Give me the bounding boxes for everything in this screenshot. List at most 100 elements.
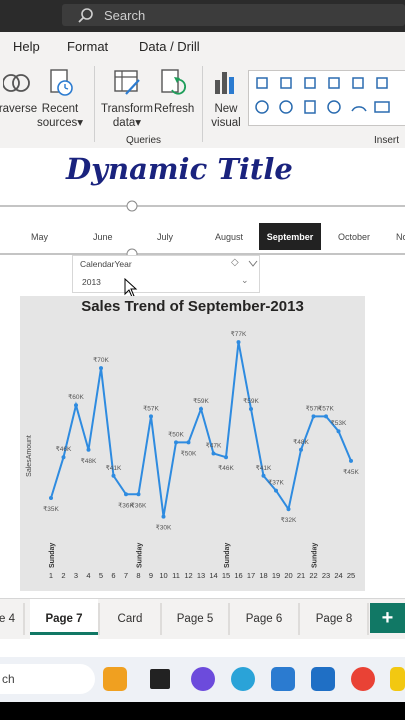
new-visual-label-2: visual — [211, 117, 241, 129]
tab-dividers — [23, 603, 369, 635]
data-point[interactable] — [236, 340, 241, 345]
month-may[interactable]: May — [31, 232, 48, 242]
chevron-down-icon[interactable]: ⌄ — [241, 275, 249, 286]
data-point[interactable] — [249, 406, 253, 411]
data-point[interactable] — [149, 414, 153, 419]
recent-label-1: Recent — [41, 103, 79, 115]
data-label: ₹59K — [193, 397, 209, 405]
year-slicer[interactable]: CalendarYear ◇ 2013 ⌄ — [72, 255, 260, 293]
new-visual-label-1: New — [214, 103, 238, 115]
search-placeholder: Search — [104, 7, 146, 23]
data-point[interactable] — [274, 488, 278, 493]
transform-label-1: Transform — [101, 103, 153, 115]
x-tick-label: 7 — [124, 571, 128, 580]
traverse-button[interactable]: raverse — [0, 68, 38, 116]
x-tick-label: 23 — [322, 571, 330, 580]
data-point[interactable] — [336, 429, 341, 434]
recent-sources-icon — [50, 69, 73, 96]
x-tick-label: 19 — [272, 571, 280, 580]
data-point[interactable] — [199, 406, 203, 411]
data-point[interactable] — [186, 440, 191, 445]
data-point[interactable] — [261, 473, 266, 478]
chevron-down-icon[interactable] — [248, 260, 258, 268]
menu-data-drill[interactable]: Data / Drill — [139, 39, 200, 54]
data-label: ₹50K — [181, 449, 197, 457]
recent-sources-button[interactable]: Recent sources▾ — [36, 68, 84, 130]
x-tick-label: 22 — [309, 571, 317, 580]
data-point[interactable] — [124, 492, 128, 497]
data-label: ₹46K — [56, 445, 72, 453]
data-point[interactable] — [74, 403, 78, 408]
chevron-down-icon: ▾ — [77, 117, 84, 129]
queries-group-label: Queries — [126, 135, 162, 146]
data-point[interactable] — [61, 455, 66, 460]
data-point[interactable] — [299, 447, 303, 452]
visual-gallery[interactable] — [248, 70, 405, 126]
data-label: ₹59K — [243, 397, 259, 405]
data-point[interactable] — [174, 440, 178, 445]
add-page-button[interactable]: + — [370, 603, 405, 633]
data-label: ₹70K — [93, 356, 109, 364]
recent-label-2: sources — [36, 117, 78, 129]
data-label: ₹41K — [256, 464, 272, 472]
data-point[interactable] — [136, 492, 141, 497]
page-tab-bar: e 4 Page 7 Card Page 5 Page 6 Page 8 — [0, 598, 405, 639]
eraser-icon[interactable]: ◇ — [231, 257, 239, 268]
menu-bar: Help Format Data / Drill — [0, 32, 405, 60]
data-point[interactable] — [161, 514, 166, 519]
data-label: ₹57K — [143, 404, 159, 412]
month-june[interactable]: June — [93, 232, 113, 242]
line-chart: SalesAmount 1 2 3 4 5 6 7 8 9 10 11 12 13 14 15 16 17 18 1… — [26, 330, 360, 580]
edge-browser-icon[interactable] — [231, 667, 255, 691]
data-point[interactable] — [286, 507, 291, 512]
new-visual-button[interactable]: New visual — [208, 68, 244, 130]
data-point[interactable] — [224, 455, 228, 460]
data-label: ₹46K — [218, 464, 234, 472]
mail-icon[interactable] — [311, 667, 335, 691]
x-tick-label: 21 — [297, 571, 305, 580]
sunday-label: Sunday — [312, 543, 319, 568]
chrome-icon[interactable] — [351, 667, 375, 691]
chevron-down-icon: ▾ — [135, 117, 142, 129]
data-label: ₹41K — [106, 464, 122, 472]
x-tick-label: 25 — [347, 571, 355, 580]
briefcase-icon[interactable] — [103, 667, 127, 691]
menu-format[interactable]: Format — [67, 39, 108, 54]
slicer-label: CalendarYear — [80, 259, 132, 269]
x-tick-label: 24 — [334, 571, 342, 580]
taskbar-search[interactable]: ch — [0, 664, 95, 694]
month-september-selected[interactable]: September — [259, 223, 321, 250]
data-point[interactable] — [311, 414, 316, 419]
x-tick-label: 17 — [247, 571, 255, 580]
insert-group-label: Insert — [374, 135, 400, 146]
visuals-gallery-icons — [255, 77, 390, 114]
data-point[interactable] — [211, 451, 216, 456]
transform-data-button[interactable]: Transform data▾ — [100, 68, 154, 130]
refresh-button[interactable]: Refresh — [154, 68, 194, 116]
search-icon — [78, 8, 93, 23]
x-tick-label: 11 — [172, 571, 180, 580]
task-view-icon[interactable] — [150, 669, 170, 689]
store-icon[interactable] — [271, 667, 295, 691]
month-october[interactable]: October — [338, 232, 370, 242]
data-label: ₹47K — [206, 441, 222, 449]
status-area — [0, 639, 405, 657]
data-point[interactable] — [99, 366, 103, 371]
data-point[interactable] — [86, 447, 91, 452]
teams-chat-icon[interactable] — [191, 667, 215, 691]
transform-data-icon — [114, 70, 140, 95]
data-point[interactable] — [111, 473, 116, 478]
data-point[interactable] — [49, 496, 53, 501]
data-point[interactable] — [349, 458, 353, 463]
month-july[interactable]: July — [157, 232, 173, 242]
x-tick-label: 18 — [259, 571, 267, 580]
new-visual-icon — [215, 72, 234, 94]
data-label: ₹35K — [43, 505, 59, 513]
month-november[interactable]: No — [396, 232, 405, 242]
month-august[interactable]: August — [215, 232, 243, 242]
powerbi-icon[interactable] — [390, 667, 405, 691]
search-box[interactable]: Search — [62, 4, 405, 26]
menu-help[interactable]: Help — [13, 39, 40, 54]
data-point[interactable] — [324, 414, 328, 419]
x-tick-label: 2 — [61, 571, 65, 580]
